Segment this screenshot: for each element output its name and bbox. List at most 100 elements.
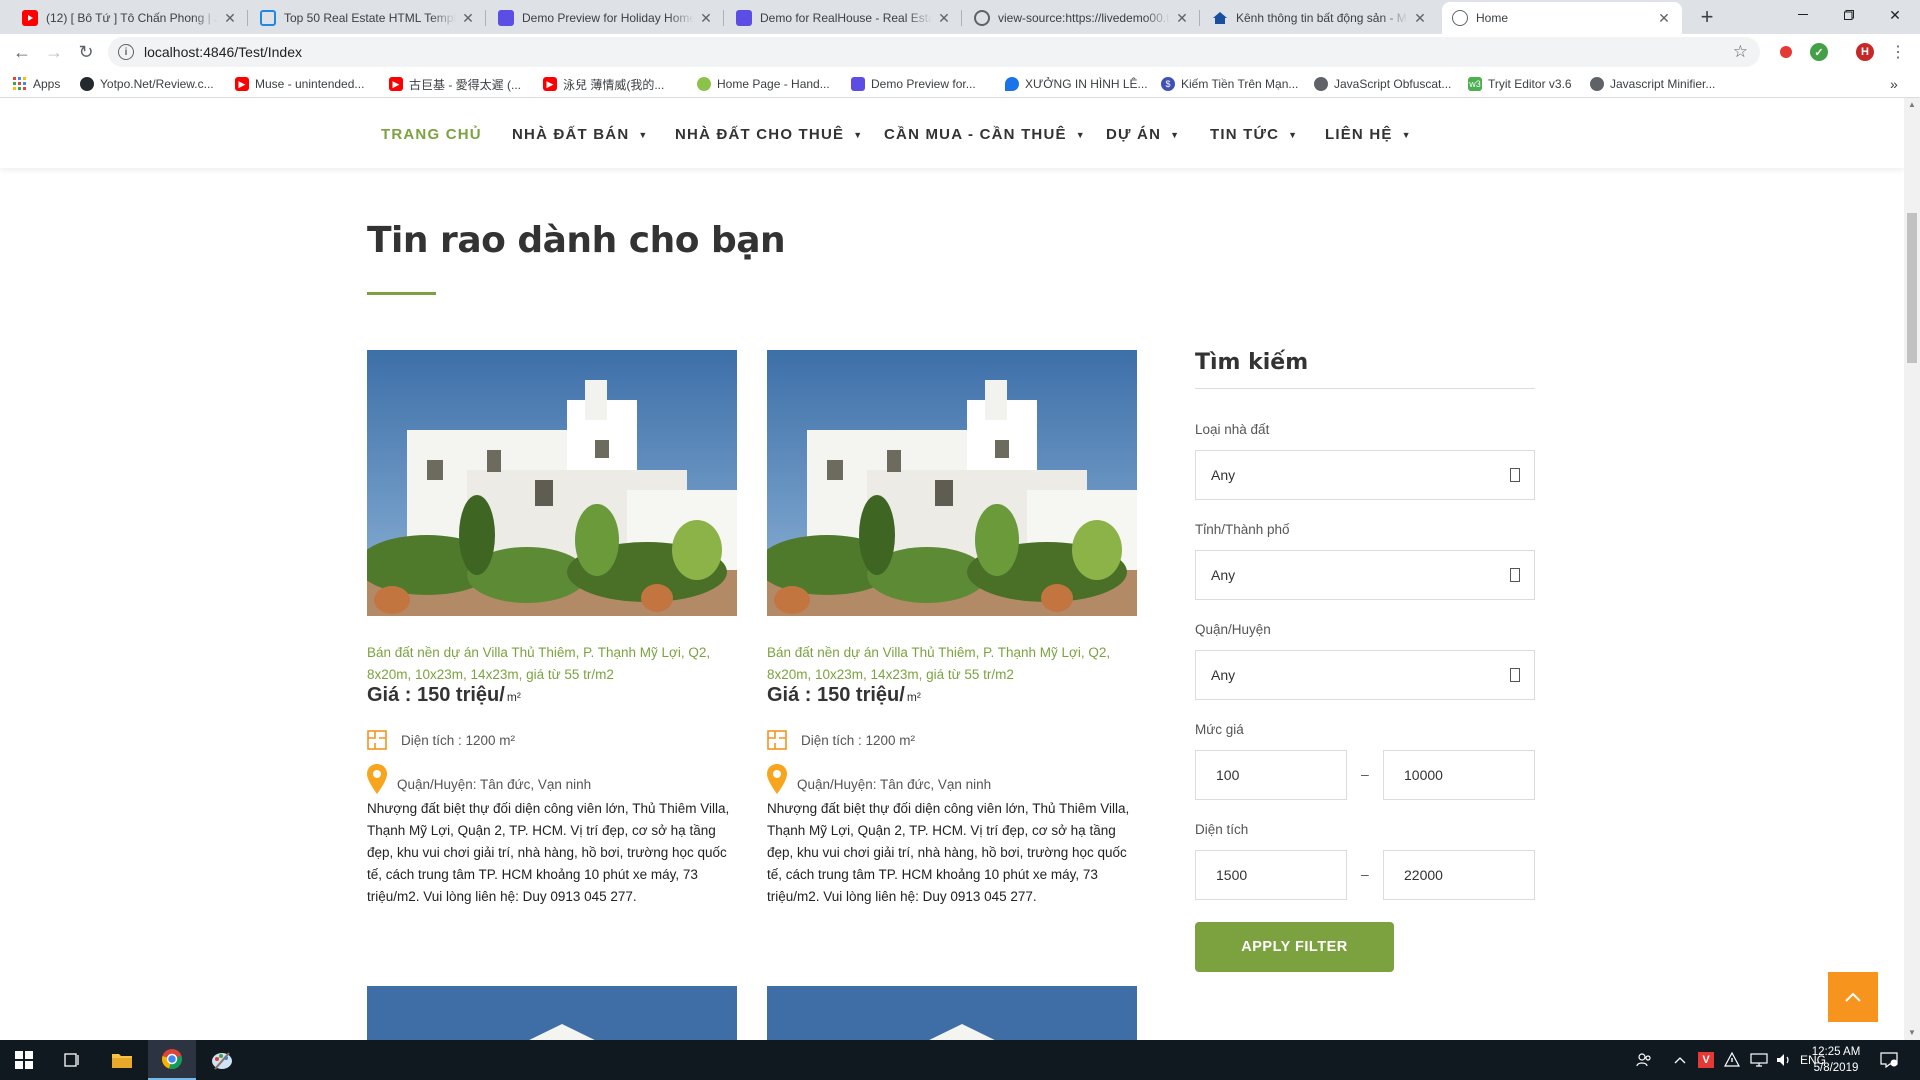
bookmark-apps[interactable]: Apps [13, 75, 60, 93]
forward-icon[interactable]: → [42, 40, 66, 64]
tab-close-icon[interactable]: ✕ [936, 10, 952, 27]
property-type-select[interactable]: Any [1195, 450, 1535, 500]
nav-item-home[interactable]: TRANG CHỦ [381, 126, 482, 143]
tab-close-icon[interactable]: ✕ [222, 10, 238, 27]
select-arrow-icon [1510, 568, 1520, 582]
page-scrollbar[interactable]: ▲ ▼ [1904, 98, 1920, 1040]
select-arrow-icon [1510, 468, 1520, 482]
tab-title: Home [1476, 11, 1509, 25]
more-bookmarks-icon[interactable]: » [1890, 75, 1898, 93]
listing-photo[interactable] [767, 350, 1137, 616]
url-text[interactable]: localhost:4846/Test/Index [144, 44, 302, 60]
minimize-icon[interactable] [1780, 0, 1826, 30]
extension-icon[interactable]: ✓ [1810, 43, 1828, 61]
show-hidden-icons-icon[interactable] [1674, 1040, 1686, 1080]
tab-close-icon[interactable]: ✕ [1656, 10, 1672, 27]
nav-item-projects[interactable]: DỰ ÁN ▼ [1106, 126, 1180, 143]
bookmark-item[interactable]: w3 Tryit Editor v3.6 [1468, 75, 1572, 93]
paint-app-icon[interactable] [198, 1040, 246, 1080]
bookmark-item[interactable]: ▶ 泳兒 薄情威(我的... [543, 75, 664, 93]
area-min-input[interactable]: 1500 [1195, 850, 1347, 900]
browser-tab[interactable]: view-source:https://livedemo00.t ✕ [964, 2, 1200, 34]
github-icon [80, 77, 94, 91]
select-arrow-icon [1510, 668, 1520, 682]
browser-tab[interactable]: (12) [ Bô Tứ ] Tô Chấn Phong | Jin ✕ [12, 2, 248, 34]
listing-photo[interactable] [767, 986, 1137, 1040]
listing-title[interactable]: Bán đất nền dự án Villa Thủ Thiêm, P. Th… [367, 642, 737, 686]
bookmark-item[interactable]: ▶ Muse - unintended... [235, 75, 364, 93]
price-value: Giá : 150 triệu/ [767, 684, 905, 706]
extension-icon[interactable] [1780, 46, 1792, 58]
scroll-up-icon[interactable]: ▲ [1904, 98, 1920, 112]
new-tab-button[interactable]: + [1694, 5, 1720, 31]
select-value: Any [1211, 467, 1236, 483]
listing-description: Nhượng đất biệt thự đối diện công viên l… [367, 801, 730, 904]
back-to-top-button[interactable] [1828, 972, 1878, 1022]
nav-item-for-rent[interactable]: NHÀ ĐẤT CHO THUÊ ▼ [675, 126, 863, 143]
tab-close-icon[interactable]: ✕ [1412, 10, 1428, 27]
reload-icon[interactable]: ↻ [74, 40, 98, 64]
browser-tab[interactable]: Demo for RealHouse - Real Estat ✕ [726, 2, 962, 34]
bookmark-item[interactable]: Home Page - Hand... [697, 75, 830, 93]
apply-filter-button[interactable]: APPLY FILTER [1195, 922, 1394, 972]
location-pin-icon [767, 764, 787, 794]
bookmark-item[interactable]: $ Kiếm Tiền Trên Mạn... [1161, 75, 1298, 93]
area-max-input[interactable]: 22000 [1383, 850, 1535, 900]
shield-icon [1005, 77, 1019, 91]
nav-label: DỰ ÁN [1106, 126, 1162, 143]
listing-card[interactable]: Bán đất nền dự án Villa Thủ Thiêm, P. Th… [367, 350, 737, 904]
clock-time: 12:25 AM [1811, 1046, 1861, 1058]
nav-item-news[interactable]: TIN TỨC ▼ [1210, 126, 1298, 143]
bookmark-item[interactable]: Javascript Minifier... [1590, 75, 1715, 93]
menu-dots-icon[interactable]: ⋮ [1886, 40, 1910, 64]
antivirus-icon[interactable]: V [1698, 1040, 1714, 1080]
chrome-taskbar-icon[interactable] [148, 1040, 196, 1080]
nav-item-contact[interactable]: LIÊN HỆ ▼ [1325, 126, 1412, 143]
browser-tab-active[interactable]: Home ✕ [1442, 2, 1682, 34]
section-title: Tin rao dành cho bạn [367, 220, 786, 261]
villa-photo-illustration [767, 350, 1137, 616]
people-icon[interactable] [1636, 1040, 1652, 1080]
bookmark-item[interactable]: Yotpo.Net/Review.c... [80, 75, 214, 93]
district-select[interactable]: Any [1195, 650, 1535, 700]
language-indicator[interactable]: ENG [1768, 1040, 1826, 1080]
task-view-icon[interactable] [48, 1040, 96, 1080]
system-clock[interactable]: 12:25 AM 5/8/2019 [1808, 1044, 1864, 1076]
network-icon[interactable] [1750, 1040, 1768, 1080]
browser-tab[interactable]: Demo Preview for Holiday Home ✕ [488, 2, 724, 34]
browser-tab[interactable]: Kênh thông tin bất động sản - M ✕ [1202, 2, 1438, 34]
profile-avatar[interactable]: H [1856, 43, 1874, 61]
listing-title[interactable]: Bán đất nền dự án Villa Thủ Thiêm, P. Th… [767, 642, 1137, 686]
tab-close-icon[interactable]: ✕ [698, 10, 714, 27]
listing-photo[interactable] [367, 986, 737, 1040]
close-window-icon[interactable]: ✕ [1872, 0, 1918, 30]
bookmark-star-icon[interactable]: ☆ [1733, 42, 1748, 62]
price-max-input[interactable]: 10000 [1383, 750, 1535, 800]
info-icon[interactable]: i [118, 44, 134, 60]
page-viewport: TRANG CHỦ NHÀ ĐẤT BÁN ▼ NHÀ ĐẤT CHO THUÊ ▼… [0, 98, 1904, 1040]
address-bar[interactable]: i localhost:4846/Test/Index ☆ [108, 37, 1760, 67]
bookmark-item[interactable]: JavaScript Obfuscat... [1314, 75, 1451, 93]
file-explorer-icon[interactable] [98, 1040, 146, 1080]
windows-start-icon[interactable] [0, 1040, 48, 1080]
bookmark-item[interactable]: Demo Preview for... [851, 75, 976, 93]
tab-close-icon[interactable]: ✕ [1174, 10, 1190, 27]
tab-close-icon[interactable]: ✕ [460, 10, 476, 27]
restore-icon[interactable] [1826, 0, 1872, 30]
security-alert-icon[interactable] [1724, 1040, 1740, 1080]
scrollbar-thumb[interactable] [1907, 213, 1917, 363]
scroll-down-icon[interactable]: ▼ [1904, 1026, 1920, 1040]
notifications-icon[interactable] [1880, 1040, 1898, 1080]
price-min-input[interactable]: 100 [1195, 750, 1347, 800]
listing-card[interactable]: Bán đất nền dự án Villa Thủ Thiêm, P. Th… [767, 350, 1137, 904]
bookmark-item[interactable]: XƯỞNG IN HÌNH LÊ... [1005, 75, 1148, 93]
back-icon[interactable]: ← [10, 40, 34, 64]
nav-item-wanted[interactable]: CẦN MUA - CẦN THUÊ ▼ [884, 126, 1086, 143]
bookmark-label: Tryit Editor v3.6 [1488, 77, 1572, 91]
bookmark-item[interactable]: ▶ 古巨基 - 愛得太遲 (... [389, 75, 521, 93]
nav-item-for-sale[interactable]: NHÀ ĐẤT BÁN ▼ [512, 126, 648, 143]
browser-tab[interactable]: Top 50 Real Estate HTML Templat ✕ [250, 2, 486, 34]
listing-photo[interactable] [367, 350, 737, 616]
browser-tab-strip: (12) [ Bô Tứ ] Tô Chấn Phong | Jin ✕ Top… [0, 0, 1920, 34]
city-select[interactable]: Any [1195, 550, 1535, 600]
